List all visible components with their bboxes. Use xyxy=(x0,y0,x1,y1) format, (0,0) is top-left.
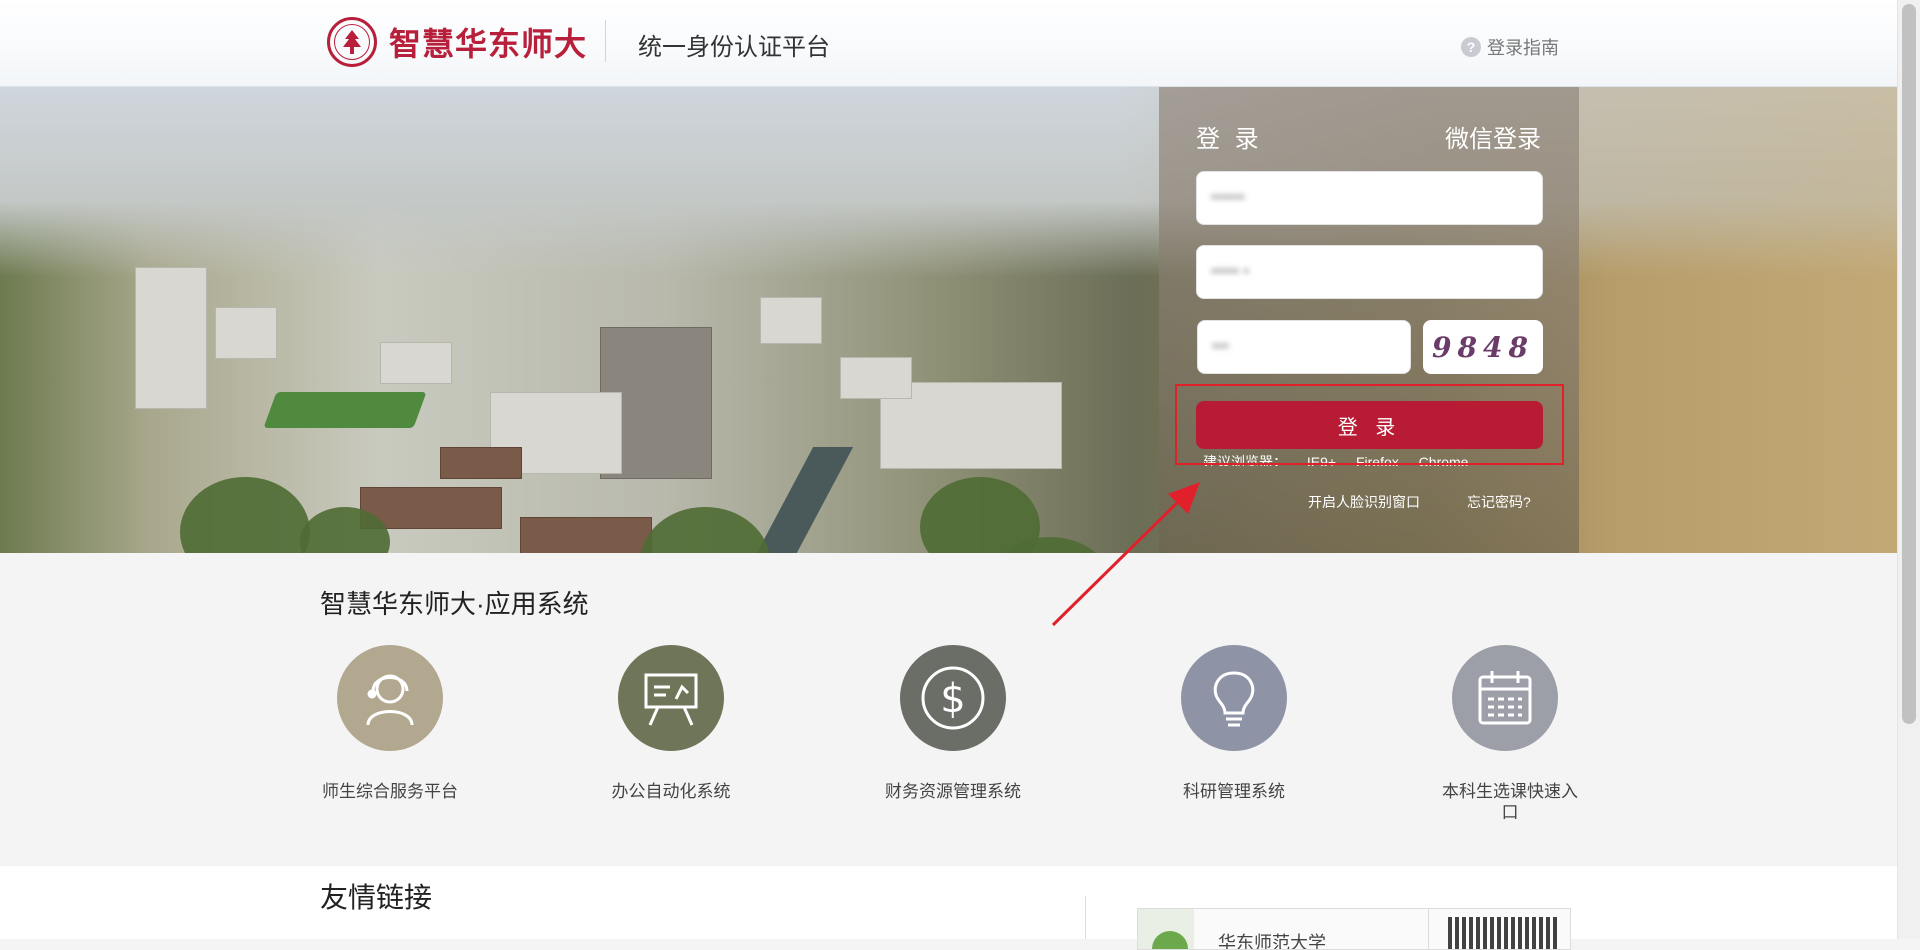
seal-icon xyxy=(327,17,377,67)
card-text: 华东师范大学 xyxy=(1218,933,1326,950)
svg-text:$: $ xyxy=(940,676,965,722)
dollar-icon: $ xyxy=(900,645,1006,751)
section-divider xyxy=(1085,896,1086,939)
app-research[interactable]: 科研管理系统 xyxy=(1144,645,1324,802)
username-value: •••••• xyxy=(1211,189,1245,206)
friend-link-card[interactable]: 华东师范大学 xyxy=(1137,908,1571,950)
app-office-automation[interactable]: 办公自动化系统 xyxy=(581,645,761,802)
service-person-icon xyxy=(337,645,443,751)
annotation-arrow xyxy=(1051,482,1200,627)
platform-title: 统一身份认证平台 xyxy=(638,34,830,61)
captcha-input-value: ••• xyxy=(1212,338,1229,355)
app-label: 科研管理系统 xyxy=(1183,782,1285,801)
login-panel: 登 录 微信登录 •••••• ••••• • ••• 9848 登 录 建议浏… xyxy=(1159,87,1579,553)
app-finance[interactable]: $ 财务资源管理系统 xyxy=(863,645,1043,802)
campus-photo xyxy=(120,177,1110,553)
top-header: 智慧华东师大 统一身份认证平台 ? 登录指南 xyxy=(0,0,1898,87)
help-icon: ? xyxy=(1461,37,1481,57)
friend-links-title: 友情链接 xyxy=(320,882,433,913)
password-field[interactable]: ••••• • xyxy=(1196,245,1543,299)
highlight-annotation-box xyxy=(1175,384,1564,465)
vertical-scrollbar[interactable] xyxy=(1897,0,1920,939)
tab-password-login[interactable]: 登 录 xyxy=(1196,119,1263,154)
presentation-icon xyxy=(618,645,724,751)
calendar-icon xyxy=(1452,645,1558,751)
login-guide-link[interactable]: ? 登录指南 xyxy=(1461,34,1559,60)
app-label: 办公自动化系统 xyxy=(611,782,731,801)
login-guide-label: 登录指南 xyxy=(1487,38,1559,58)
username-field[interactable]: •••••• xyxy=(1196,171,1543,225)
scrollbar-thumb[interactable] xyxy=(1902,4,1916,724)
apps-section-title: 智慧华东师大·应用系统 xyxy=(320,589,589,619)
captcha-image[interactable]: 9848 xyxy=(1423,320,1543,374)
app-course-selection[interactable]: 本科生选课快速入口 xyxy=(1415,645,1595,823)
forgot-password-link[interactable]: 忘记密码? xyxy=(1467,492,1531,512)
qr-code-icon xyxy=(1448,917,1560,949)
tab-wechat-login[interactable]: 微信登录 xyxy=(1445,119,1541,154)
app-label: 师生综合服务平台 xyxy=(322,782,458,801)
header-divider xyxy=(605,20,606,62)
password-value: ••••• • xyxy=(1211,263,1250,280)
university-logo[interactable]: 智慧华东师大 xyxy=(327,14,587,70)
friend-links-section: 友情链接 华东师范大学 xyxy=(0,866,1898,950)
card-thumbnail xyxy=(1138,909,1194,949)
app-label: 本科生选课快速入口 xyxy=(1442,782,1578,822)
face-recognition-link[interactable]: 开启人脸识别窗口 xyxy=(1308,492,1420,512)
captcha-input[interactable]: ••• xyxy=(1197,320,1411,374)
app-student-service[interactable]: 师生综合服务平台 xyxy=(300,645,480,802)
app-label: 财务资源管理系统 xyxy=(885,782,1021,801)
lightbulb-icon xyxy=(1181,645,1287,751)
logo-text: 智慧华东师大 xyxy=(389,26,588,62)
campus-banner xyxy=(0,87,1898,553)
card-divider xyxy=(1428,909,1429,949)
